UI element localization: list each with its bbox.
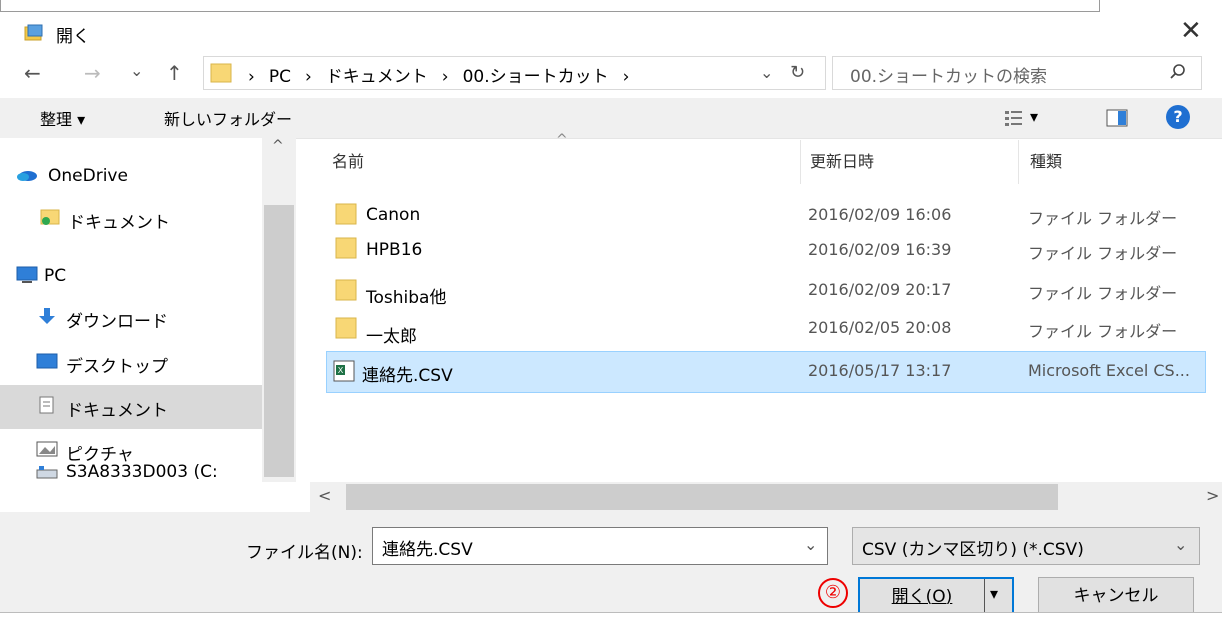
cancel-button[interactable]: キャンセル bbox=[1038, 577, 1194, 615]
column-separator[interactable] bbox=[1018, 140, 1019, 184]
view-options-icon[interactable] bbox=[1004, 109, 1024, 127]
help-icon[interactable]: ? bbox=[1166, 105, 1190, 129]
documents-icon bbox=[39, 396, 54, 414]
view-dropdown-icon[interactable]: ▾ bbox=[1030, 107, 1038, 126]
breadcrumb-separator: › bbox=[248, 67, 255, 87]
scroll-up-icon[interactable]: ^ bbox=[272, 138, 284, 154]
column-header-type[interactable]: 種類 bbox=[1030, 148, 1062, 172]
file-type: ファイル フォルダー bbox=[1028, 244, 1178, 263]
file-name[interactable]: HPB16 bbox=[366, 240, 422, 260]
sidebar-item-onedrive[interactable]: OneDrive bbox=[48, 166, 128, 186]
column-header-modified[interactable]: 更新日時 bbox=[810, 148, 874, 172]
sidebar-item-documents[interactable]: ドキュメント bbox=[66, 396, 168, 421]
sidebar-item-onedrive-documents[interactable]: ドキュメント bbox=[68, 208, 170, 233]
filename-label: ファイル名(N): bbox=[246, 543, 363, 563]
filetype-value[interactable]: CSV (カンマ区切り) (*.CSV) bbox=[862, 535, 1084, 560]
breadcrumb-documents[interactable]: ドキュメント bbox=[326, 67, 428, 87]
scroll-left-icon[interactable]: < bbox=[318, 486, 331, 505]
sidebar-item-desktop[interactable]: デスクトップ bbox=[66, 352, 168, 377]
pc-icon bbox=[16, 266, 38, 283]
recent-locations-icon[interactable]: ⌄ bbox=[130, 58, 143, 84]
app-icon bbox=[24, 24, 43, 41]
svg-text:X: X bbox=[338, 366, 344, 375]
file-name[interactable]: 連絡先.CSV bbox=[362, 361, 453, 386]
folder-icon bbox=[335, 317, 357, 339]
document-folder-icon bbox=[40, 209, 60, 225]
drive-icon bbox=[36, 466, 58, 479]
file-modified: 2016/02/09 16:39 bbox=[808, 240, 952, 259]
parent-window-edge bbox=[0, 0, 1100, 12]
file-name[interactable]: Canon bbox=[366, 205, 420, 225]
column-header-name[interactable]: 名前 bbox=[332, 148, 364, 172]
breadcrumb-separator: › bbox=[304, 67, 312, 87]
dialog-title: 開く bbox=[56, 27, 90, 47]
folder-icon bbox=[335, 279, 357, 301]
search-icon[interactable] bbox=[1168, 62, 1188, 82]
horizontal-scroll-thumb[interactable] bbox=[346, 484, 1058, 510]
sidebar-item-downloads[interactable]: ダウンロード bbox=[66, 307, 168, 332]
file-name[interactable]: 一太郎 bbox=[366, 322, 417, 347]
filename-value[interactable]: 連絡先.CSV bbox=[382, 535, 473, 560]
refresh-icon[interactable]: ↻ bbox=[790, 60, 805, 86]
excel-csv-icon: X bbox=[333, 360, 355, 382]
file-modified: 2016/05/17 13:17 bbox=[808, 361, 952, 380]
folder-icon bbox=[335, 237, 357, 259]
breadcrumb-shortcut-folder[interactable]: 00.ショートカット bbox=[463, 67, 609, 87]
breadcrumb[interactable]: › PC › ドキュメント › 00.ショートカット › bbox=[248, 62, 643, 87]
open-split-dropdown-icon[interactable]: ▾ bbox=[990, 584, 998, 603]
file-type: ファイル フォルダー bbox=[1028, 322, 1178, 341]
sidebar-item-pc[interactable]: PC bbox=[44, 266, 66, 286]
open-button-label[interactable]: 開く(O) bbox=[892, 587, 953, 607]
new-folder-button[interactable]: 新しいフォルダー bbox=[164, 106, 292, 130]
file-modified: 2016/02/09 20:17 bbox=[808, 280, 952, 299]
column-separator[interactable] bbox=[800, 140, 801, 184]
download-icon bbox=[39, 308, 55, 324]
folder-icon bbox=[210, 63, 232, 83]
preview-pane-icon[interactable] bbox=[1106, 108, 1128, 128]
back-arrow-icon[interactable]: ← bbox=[24, 60, 41, 86]
breadcrumb-pc[interactable]: PC bbox=[269, 67, 291, 87]
step-badge: ② bbox=[818, 578, 848, 608]
file-name[interactable]: Toshiba他 bbox=[366, 283, 446, 308]
file-modified: 2016/02/09 16:06 bbox=[808, 205, 952, 224]
file-modified: 2016/02/05 20:08 bbox=[808, 318, 952, 337]
file-type: ファイル フォルダー bbox=[1028, 284, 1178, 303]
filetype-dropdown-icon[interactable]: ⌄ bbox=[1174, 535, 1187, 554]
address-dropdown-icon[interactable]: ⌄ bbox=[760, 60, 773, 86]
filename-dropdown-icon[interactable]: ⌄ bbox=[804, 535, 817, 554]
file-type: Microsoft Excel CS... bbox=[1028, 361, 1190, 380]
onedrive-icon bbox=[17, 171, 37, 181]
file-type: ファイル フォルダー bbox=[1028, 209, 1178, 228]
pictures-icon bbox=[36, 441, 58, 457]
sort-indicator-icon: ^ bbox=[556, 132, 568, 148]
breadcrumb-separator[interactable]: › bbox=[623, 67, 630, 87]
close-icon[interactable]: ✕ bbox=[1180, 16, 1202, 46]
scroll-right-icon[interactable]: > bbox=[1206, 486, 1219, 505]
breadcrumb-separator: › bbox=[441, 67, 449, 87]
nav-scroll-thumb[interactable] bbox=[264, 205, 294, 477]
search-placeholder[interactable]: 00.ショートカットの検索 bbox=[850, 62, 1047, 87]
parent-window-edge-bottom bbox=[0, 612, 1222, 624]
desktop-icon bbox=[36, 353, 58, 369]
cancel-button-label[interactable]: キャンセル bbox=[1074, 586, 1159, 606]
sidebar-item-drive-c[interactable]: S3A8333D003 (C: bbox=[66, 462, 218, 482]
up-arrow-icon[interactable]: ↑ bbox=[166, 60, 183, 86]
organize-button[interactable]: 整理 ▾ bbox=[40, 106, 85, 130]
split-divider bbox=[984, 579, 985, 613]
forward-arrow-icon[interactable]: → bbox=[84, 60, 101, 86]
folder-icon bbox=[335, 203, 357, 225]
title-bar bbox=[0, 12, 1222, 52]
